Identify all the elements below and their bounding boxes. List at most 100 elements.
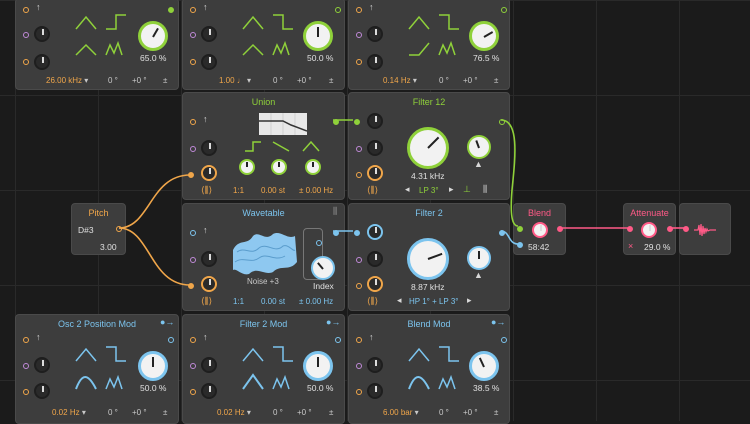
- small-knob[interactable]: [201, 26, 217, 42]
- port-out[interactable]: [499, 119, 505, 125]
- port-out[interactable]: [335, 7, 341, 13]
- amount-knob[interactable]: [303, 351, 333, 381]
- port-in[interactable]: [316, 240, 322, 246]
- small-knob[interactable]: [34, 357, 50, 373]
- amount-knob[interactable]: [469, 351, 499, 381]
- ratio-value[interactable]: 1:1: [233, 186, 244, 195]
- bipolar-toggle[interactable]: ±: [163, 76, 167, 85]
- small-knob[interactable]: [367, 113, 383, 129]
- bipolar-toggle[interactable]: ±: [329, 76, 333, 85]
- small-knob[interactable]: [34, 54, 50, 70]
- keyboard-icon[interactable]: ⟨⫼⟩: [201, 296, 212, 307]
- port-in[interactable]: [190, 363, 196, 369]
- index-knob[interactable]: [311, 256, 335, 280]
- cutoff-knob[interactable]: [407, 238, 449, 280]
- port-in[interactable]: [23, 32, 29, 38]
- port-out[interactable]: [499, 230, 505, 236]
- lfo-panel-1[interactable]: ↑ 65.0 % 26.00 kHz ▾ 0 ° +0 ° ±: [15, 0, 179, 90]
- hz-offset[interactable]: ± 0.00 Hz: [299, 297, 333, 306]
- port-out[interactable]: [667, 226, 673, 232]
- filter2-panel[interactable]: Filter 2 ⟨⫼⟩ 8.87 kHz ▲ ◂ HP 1° + LP 3° …: [348, 203, 510, 311]
- right-arrow-icon[interactable]: ▸: [467, 295, 472, 306]
- port-out[interactable]: [190, 7, 196, 13]
- waveform-icon[interactable]: [241, 11, 301, 61]
- osc2-position-mod-panel[interactable]: Osc 2 Position Mod ●→ ↑ 50.0 % 0.02 Hz ▾…: [15, 314, 179, 424]
- port-in[interactable]: [190, 59, 196, 65]
- rate-readout[interactable]: 6.00 bar ▾: [383, 408, 419, 417]
- port-in[interactable]: [356, 363, 362, 369]
- small-knob[interactable]: [367, 26, 383, 42]
- small-knob[interactable]: [367, 251, 383, 267]
- small-knob[interactable]: [367, 383, 383, 399]
- port-in[interactable]: [517, 242, 523, 248]
- filter-response-icon[interactable]: [259, 113, 307, 135]
- port-in[interactable]: [356, 283, 362, 289]
- port-in[interactable]: [354, 119, 360, 125]
- modulation-out-icon[interactable]: ●→: [326, 317, 340, 327]
- port-in[interactable]: [190, 146, 196, 152]
- port-in[interactable]: [190, 257, 196, 263]
- small-knob[interactable]: [201, 165, 217, 181]
- spectrum-icon[interactable]: ⫼: [333, 206, 337, 217]
- lfo-panel-3[interactable]: ↑ 76.5 % 0.14 Hz ▾ 0 ° +0 ° ±: [348, 0, 510, 90]
- port-in[interactable]: [190, 337, 196, 343]
- blend-mod-panel[interactable]: Blend Mod ●→ ↑ 38.5 % 6.00 bar ▾ 0 ° +0 …: [348, 314, 510, 424]
- port-out[interactable]: [168, 7, 174, 13]
- attenuate-knob[interactable]: [641, 222, 657, 238]
- waveform-icon[interactable]: [241, 343, 301, 397]
- filter-mode[interactable]: HP 1° + LP 3°: [409, 297, 458, 306]
- ratio-value[interactable]: 1:1: [233, 297, 244, 306]
- port-out[interactable]: [23, 7, 29, 13]
- rate-readout[interactable]: 0.14 Hz ▾: [383, 76, 417, 85]
- port-in[interactable]: [683, 226, 689, 232]
- waveform-icon[interactable]: [74, 343, 134, 397]
- filter2-mod-panel[interactable]: Filter 2 Mod ●→ ↑ 50.0 % 0.02 Hz ▾ 0 ° +…: [182, 314, 345, 424]
- port-in[interactable]: [23, 337, 29, 343]
- port-in[interactable]: [190, 119, 196, 125]
- amount-knob[interactable]: [469, 21, 499, 51]
- left-arrow-icon[interactable]: ◂: [397, 295, 402, 306]
- port-in[interactable]: [356, 337, 362, 343]
- amount-knob[interactable]: [303, 21, 333, 51]
- bipolar-toggle[interactable]: ±: [163, 408, 167, 417]
- port-out[interactable]: [116, 226, 122, 232]
- port-in[interactable]: [188, 172, 194, 178]
- rate-readout[interactable]: 1.00 ♩ ▾: [219, 76, 251, 85]
- small-knob[interactable]: [367, 276, 383, 292]
- rate-readout[interactable]: 0.02 Hz ▾: [52, 408, 86, 417]
- modulation-out-icon[interactable]: ●→: [491, 317, 505, 327]
- mix-knob[interactable]: [239, 159, 255, 175]
- cutoff-knob[interactable]: [407, 127, 449, 169]
- small-knob[interactable]: [201, 276, 217, 292]
- resonance-knob[interactable]: [467, 135, 491, 159]
- small-knob[interactable]: [201, 383, 217, 399]
- port-out[interactable]: [501, 7, 507, 13]
- semitone-value[interactable]: 0.00 st: [261, 186, 285, 195]
- attenuate-panel[interactable]: Attenuate × 29.0 %: [623, 203, 676, 255]
- port-in[interactable]: [356, 257, 362, 263]
- lfo-panel-2[interactable]: ↑ 50.0 % 1.00 ♩ ▾ 0 ° +0 ° ±: [182, 0, 345, 90]
- bipolar-toggle[interactable]: ±: [329, 408, 333, 417]
- port-in[interactable]: [23, 59, 29, 65]
- resonance-knob[interactable]: [467, 246, 491, 270]
- port-in[interactable]: [356, 172, 362, 178]
- small-knob[interactable]: [367, 140, 383, 156]
- waveform-icon[interactable]: [74, 11, 134, 61]
- port-out[interactable]: [356, 7, 362, 13]
- port-out[interactable]: [333, 230, 339, 236]
- modulation-out-icon[interactable]: ●→: [160, 317, 174, 327]
- rate-readout[interactable]: 0.02 Hz ▾: [217, 408, 251, 417]
- bipolar-toggle[interactable]: ±: [494, 76, 498, 85]
- port-in[interactable]: [356, 389, 362, 395]
- output-panel[interactable]: [679, 203, 731, 255]
- port-out[interactable]: [335, 337, 341, 343]
- port-in[interactable]: [354, 230, 360, 236]
- rate-readout[interactable]: 26.00 kHz ▾: [46, 76, 88, 85]
- port-in[interactable]: [190, 32, 196, 38]
- semitone-value[interactable]: 0.00 st: [261, 297, 285, 306]
- pitch-panel[interactable]: Pitch D#3 3.00: [71, 203, 126, 255]
- port-in[interactable]: [356, 32, 362, 38]
- amount-knob[interactable]: [138, 21, 168, 51]
- small-knob[interactable]: [367, 357, 383, 373]
- small-knob[interactable]: [34, 26, 50, 42]
